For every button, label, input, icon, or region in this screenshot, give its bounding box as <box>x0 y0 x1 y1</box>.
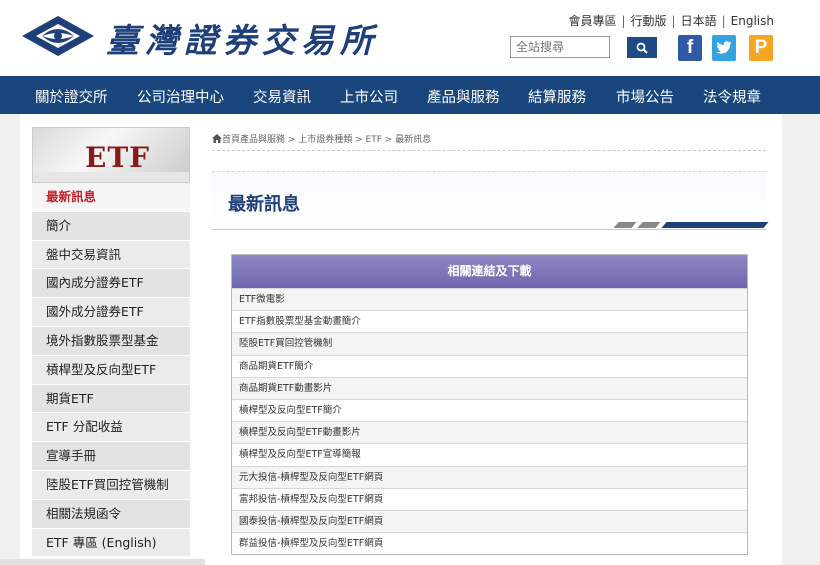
sidebar-item-introduction[interactable]: 簡介 <box>32 211 190 241</box>
sidebar: ETF 最新訊息 簡介 盤中交易資訊 國內成分證券ETF 國外成分證券ETF 境… <box>32 127 190 558</box>
sidebar-item-china-etf-redemption[interactable]: 陸股ETF買回控管機制 <box>32 470 190 500</box>
link-fubon-leveraged-etf[interactable]: 富邦投信-槓桿型及反向型ETF網頁 <box>232 487 747 510</box>
nav-market-announcements[interactable]: 市場公告 <box>616 86 674 107</box>
separator: | <box>671 14 676 28</box>
divider <box>212 150 766 151</box>
link-yuanta-leveraged-etf[interactable]: 元大投信-槓桿型及反向型ETF網頁 <box>232 465 747 488</box>
separator: | <box>721 14 726 28</box>
twse-logo-icon[interactable] <box>20 14 96 58</box>
twitter-icon[interactable] <box>712 35 736 61</box>
etf-banner-text: ETF <box>85 141 151 174</box>
sidebar-menu: 最新訊息 簡介 盤中交易資訊 國內成分證券ETF 國外成分證券ETF 境外指數股… <box>32 183 190 558</box>
search-icon <box>636 42 648 54</box>
link-commodity-futures-etf-video[interactable]: 商品期貨ETF動畫影片 <box>232 376 747 399</box>
site-search-input[interactable] <box>510 36 610 58</box>
link-commodity-futures-etf-intro[interactable]: 商品期貨ETF簡介 <box>232 354 747 377</box>
nav-rules-regulations[interactable]: 法令規章 <box>703 86 761 107</box>
sidebar-item-english-zone[interactable]: ETF 專區 (English) <box>32 528 190 558</box>
title-decoration <box>661 222 769 228</box>
facebook-icon[interactable]: f <box>678 35 702 61</box>
sidebar-item-leveraged-inverse-etf[interactable]: 槓桿型及反向型ETF <box>32 355 190 385</box>
links-list: ETF微電影 ETF指數股票型基金動畫簡介 陸股ETF買回控管機制 商品期貨ET… <box>232 288 747 555</box>
nav-trading-info[interactable]: 交易資訊 <box>253 86 311 107</box>
nav-listed-companies[interactable]: 上市公司 <box>340 86 398 107</box>
links-table-header: 相關連結及下載 <box>232 255 747 288</box>
etf-banner: ETF <box>32 127 190 183</box>
horizontal-scrollbar[interactable] <box>0 559 205 565</box>
related-links-table: 相關連結及下載 ETF微電影 ETF指數股票型基金動畫簡介 陸股ETF買回控管機… <box>231 254 748 556</box>
sidebar-item-latest-news[interactable]: 最新訊息 <box>32 183 190 212</box>
nav-products-services[interactable]: 產品與服務 <box>427 86 500 107</box>
link-etf-film[interactable]: ETF微電影 <box>232 288 747 311</box>
title-underline <box>212 229 766 230</box>
japanese-link[interactable]: 日本語 <box>681 14 717 28</box>
member-area-link[interactable]: 會員專區 <box>568 14 616 28</box>
breadcrumb: 首頁產品與服務 > 上市證券種類 > ETF > 最新訊息 <box>212 132 431 145</box>
link-leveraged-inverse-intro[interactable]: 槓桿型及反向型ETF簡介 <box>232 398 747 422</box>
breadcrumb-text[interactable]: 首頁產品與服務 > 上市證券種類 > ETF > 最新訊息 <box>222 135 431 145</box>
sidebar-item-intraday-info[interactable]: 盤中交易資訊 <box>32 240 190 270</box>
link-etf-animation-intro[interactable]: ETF指數股票型基金動畫簡介 <box>232 310 747 333</box>
sidebar-item-domestic-etf[interactable]: 國內成分證券ETF <box>32 269 190 299</box>
sidebar-item-handbook[interactable]: 宣導手冊 <box>32 442 190 471</box>
link-china-etf-redemption[interactable]: 陸股ETF買回控管機制 <box>232 332 747 355</box>
sidebar-item-futures-etf[interactable]: 期貨ETF <box>32 384 190 414</box>
sidebar-item-offshore-etf[interactable]: 境外指數股票型基金 <box>32 326 190 356</box>
mobile-version-link[interactable]: 行動版 <box>631 14 667 28</box>
site-header: 臺灣證券交易所 會員專區 | 行動版 | 日本語 | English f P <box>0 0 820 76</box>
link-cathay-leveraged-etf[interactable]: 國泰投信-槓桿型及反向型ETF網頁 <box>232 509 747 533</box>
page-title: 最新訊息 <box>228 194 300 215</box>
sidebar-item-foreign-etf[interactable]: 國外成分證券ETF <box>32 298 190 327</box>
sidebar-item-regulations[interactable]: 相關法規函令 <box>32 499 190 529</box>
separator: | <box>621 14 626 28</box>
plurk-icon[interactable]: P <box>749 35 773 61</box>
english-link[interactable]: English <box>731 14 774 28</box>
link-capital-leveraged-etf[interactable]: 群益投信-槓桿型及反向型ETF網頁 <box>232 532 747 555</box>
nav-about[interactable]: 關於證交所 <box>35 86 108 107</box>
sidebar-item-etf-distributions[interactable]: ETF 分配收益 <box>32 413 190 443</box>
twitter-bird-icon <box>716 41 732 54</box>
site-logo-text[interactable]: 臺灣證券交易所 <box>106 14 379 62</box>
search-button[interactable] <box>627 37 657 58</box>
nav-clearing-services[interactable]: 結算服務 <box>528 86 586 107</box>
link-leveraged-inverse-slides[interactable]: 槓桿型及反向型ETF宣導簡報 <box>232 443 747 466</box>
main-navigation: 關於證交所 公司治理中心 交易資訊 上市公司 產品與服務 結算服務 市場公告 法… <box>0 76 820 114</box>
nav-corporate-governance[interactable]: 公司治理中心 <box>137 86 224 107</box>
home-icon[interactable] <box>212 134 222 143</box>
top-links: 會員專區 | 行動版 | 日本語 | English <box>568 12 774 29</box>
link-leveraged-inverse-video[interactable]: 槓桿型及反向型ETF動畫影片 <box>232 421 747 444</box>
